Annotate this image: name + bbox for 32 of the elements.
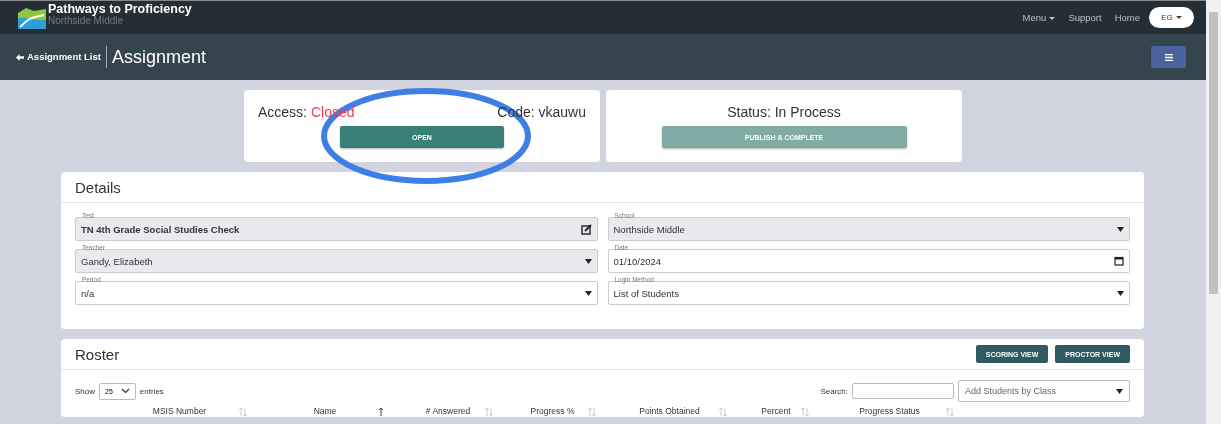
- column-header[interactable]: Progress Status: [859, 406, 920, 417]
- nav-link[interactable]: Menu: [1022, 12, 1056, 23]
- section-title: Roster: [75, 345, 120, 363]
- column-header[interactable]: Progress %: [530, 406, 575, 417]
- dropdown-arrow-icon[interactable]: [584, 290, 592, 296]
- column-header[interactable]: Points Obtained: [639, 406, 700, 417]
- column-header[interactable]: MSIS Number: [152, 406, 207, 417]
- nav-link[interactable]: Home: [1114, 12, 1140, 23]
- status-text: Status: In Process: [727, 104, 841, 120]
- app-title: Pathways to Proficiency: [48, 2, 192, 15]
- search-label: Search:: [820, 386, 848, 396]
- dropdown-arrow-icon: [1116, 388, 1123, 394]
- back-link[interactable]: Assignment List: [16, 46, 107, 68]
- menu-button[interactable]: [1151, 46, 1186, 68]
- column-header[interactable]: Percent: [761, 406, 791, 417]
- nav-link[interactable]: Support: [1068, 12, 1102, 23]
- user-menu-button[interactable]: EG: [1149, 7, 1194, 28]
- column-header[interactable]: # Answered: [425, 406, 471, 417]
- class-select[interactable]: Add Students by Class: [958, 380, 1130, 402]
- page-title: Assignment: [111, 46, 207, 68]
- scrollbar[interactable]: [1206, 0, 1221, 424]
- arrow-left-icon: [16, 53, 24, 61]
- menu-icon: [1164, 53, 1173, 61]
- calendar-icon[interactable]: [1114, 256, 1124, 266]
- chevron-down-icon: [120, 388, 130, 394]
- column-header[interactable]: Name: [313, 406, 337, 417]
- search-field[interactable]: [852, 383, 954, 399]
- logo-icon: [18, 6, 46, 29]
- section-title: Details: [75, 178, 121, 196]
- show-label: Show: [75, 386, 95, 396]
- entries-label: entries: [139, 386, 164, 396]
- dropdown-arrow-icon[interactable]: [1117, 290, 1124, 296]
